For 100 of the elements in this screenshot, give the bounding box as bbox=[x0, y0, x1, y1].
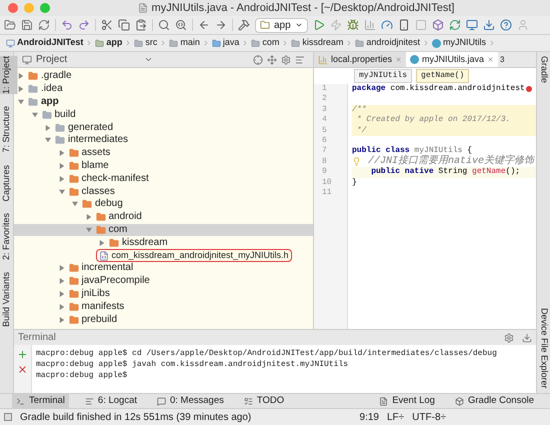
tool-window-tab[interactable]: Build Variants bbox=[0, 272, 18, 327]
expanded-arrow-icon[interactable] bbox=[72, 201, 78, 208]
expanded-arrow-icon[interactable] bbox=[32, 112, 38, 118]
tree-item[interactable]: app bbox=[41, 96, 59, 107]
line-separator[interactable]: LF÷ bbox=[387, 410, 404, 424]
breadcrumb-item[interactable]: com bbox=[249, 36, 282, 50]
gauge-icon[interactable] bbox=[380, 19, 393, 31]
tool-window-tab[interactable]: Device File Explorer bbox=[536, 308, 550, 389]
expanded-arrow-icon[interactable] bbox=[58, 188, 64, 195]
device-icon[interactable] bbox=[466, 19, 478, 31]
line-number: 6 bbox=[321, 136, 328, 146]
code-token: */ bbox=[356, 126, 366, 136]
status-toggle-icon[interactable] bbox=[4, 413, 12, 421]
error-icon[interactable] bbox=[526, 86, 532, 92]
breadcrumb-item[interactable]: java bbox=[210, 36, 242, 50]
tree-item[interactable]: generated bbox=[68, 122, 114, 133]
maximize-button[interactable] bbox=[40, 3, 50, 13]
bottom-tool-tab[interactable]: Gradle Console bbox=[450, 394, 538, 408]
redo-icon[interactable] bbox=[78, 19, 90, 31]
phone-icon[interactable] bbox=[398, 19, 410, 31]
breadcrumb-item[interactable]: main bbox=[167, 36, 202, 50]
source-folder-icon bbox=[212, 38, 221, 48]
tool-window-tab[interactable]: Gradle bbox=[536, 56, 550, 84]
tool-window-tab[interactable]: Captures bbox=[0, 164, 18, 202]
breadcrumb-item[interactable]: myJNIUtils bbox=[430, 36, 488, 50]
tree-item[interactable]: com bbox=[108, 224, 128, 235]
expanded-arrow-icon[interactable] bbox=[45, 137, 51, 144]
locate-icon[interactable] bbox=[253, 54, 263, 64]
tree-item[interactable]: assets bbox=[82, 148, 110, 158]
tree-item[interactable]: debug bbox=[95, 199, 123, 210]
tree-item[interactable]: jniLibs bbox=[82, 288, 110, 299]
undo-icon[interactable] bbox=[61, 19, 73, 31]
breadcrumb-item[interactable]: kissdream bbox=[289, 36, 346, 50]
paste-icon[interactable] bbox=[135, 19, 147, 31]
download-icon[interactable] bbox=[482, 19, 495, 31]
tree-item[interactable]: .gradle bbox=[41, 71, 72, 82]
code-breadcrumb[interactable]: myJNIUtils bbox=[354, 69, 412, 83]
settings-icon[interactable] bbox=[281, 54, 291, 64]
terminal-icon bbox=[16, 396, 25, 406]
tool-window-tab[interactable]: 2: Favorites bbox=[0, 213, 18, 260]
collapsed-arrow-icon[interactable] bbox=[45, 124, 51, 131]
tree-item[interactable]: manifests bbox=[82, 302, 124, 312]
run-icon[interactable] bbox=[312, 19, 325, 31]
refresh-icon[interactable] bbox=[38, 19, 50, 31]
run-config-dropdown[interactable]: app bbox=[255, 18, 308, 32]
dropdown-caret-icon[interactable] bbox=[144, 55, 153, 64]
bottom-tool-tab[interactable]: 6: Logcat bbox=[80, 394, 141, 408]
bottom-tool-tab[interactable]: 0: Messages bbox=[153, 394, 228, 408]
chart-icon[interactable] bbox=[364, 19, 376, 31]
editor-tab[interactable]: local.properties bbox=[314, 52, 406, 67]
tree-item[interactable]: kissdream bbox=[122, 238, 168, 248]
lightbulb-icon[interactable] bbox=[352, 157, 361, 166]
tree-item[interactable]: javaPrecompile bbox=[82, 276, 150, 286]
bug-icon[interactable] bbox=[346, 19, 359, 31]
cut-icon[interactable] bbox=[101, 19, 113, 31]
panel-title: Project bbox=[36, 53, 68, 67]
expanded-arrow-icon[interactable] bbox=[86, 226, 92, 233]
hammer-icon[interactable] bbox=[238, 19, 250, 31]
add-icon[interactable] bbox=[17, 349, 28, 360]
help-icon[interactable] bbox=[500, 19, 512, 31]
tree-item[interactable]: .idea bbox=[41, 84, 63, 94]
search-icon[interactable] bbox=[158, 19, 170, 31]
find-replace-icon[interactable] bbox=[175, 19, 187, 31]
tree-item[interactable]: blame bbox=[82, 160, 109, 171]
close-button[interactable] bbox=[8, 3, 18, 13]
tree-item[interactable]: android bbox=[108, 212, 142, 222]
tree-item[interactable]: intermediates bbox=[68, 135, 128, 146]
close-icon[interactable] bbox=[395, 56, 402, 63]
close-icon[interactable] bbox=[17, 364, 28, 375]
code-breadcrumb[interactable]: getName() bbox=[416, 69, 470, 83]
close-icon[interactable] bbox=[487, 56, 494, 63]
tool-window-tab[interactable]: 1: Project bbox=[0, 56, 18, 94]
breadcrumb-item[interactable]: app bbox=[93, 36, 124, 50]
collapsed-arrow-icon[interactable] bbox=[86, 214, 92, 220]
open-folder-icon[interactable] bbox=[4, 19, 16, 31]
caret-position[interactable]: 9:19 bbox=[360, 410, 379, 424]
tree-item[interactable]: build bbox=[54, 110, 76, 120]
tree-item[interactable]: com_kissdream_androidjnitest_myJNIUtils.h bbox=[112, 251, 289, 260]
tab-overflow-count[interactable]: 3 bbox=[500, 54, 504, 66]
collapsed-arrow-icon[interactable] bbox=[99, 240, 105, 246]
back-icon[interactable] bbox=[198, 19, 210, 31]
tool-window-tab[interactable]: 7: Structure bbox=[0, 106, 18, 153]
tree-item[interactable]: prebuild bbox=[82, 314, 118, 325]
tree-item[interactable]: classes bbox=[82, 186, 115, 197]
copy-icon[interactable] bbox=[118, 19, 130, 31]
breadcrumb-item[interactable]: androidjnitest bbox=[353, 36, 422, 50]
sync-icon[interactable] bbox=[448, 19, 461, 31]
file-encoding[interactable]: UTF-8÷ bbox=[412, 410, 446, 424]
expanded-arrow-icon[interactable] bbox=[18, 98, 24, 105]
tree-item[interactable]: incremental bbox=[82, 263, 134, 274]
breadcrumb-item[interactable]: AndroidJNITest bbox=[4, 36, 86, 50]
settings-icon[interactable] bbox=[504, 332, 514, 342]
bottom-tool-tab[interactable]: Terminal bbox=[12, 394, 69, 408]
breadcrumb-item[interactable]: src bbox=[132, 36, 160, 50]
editor-tab[interactable]: myJNIUtils.java bbox=[406, 52, 498, 67]
forward-icon[interactable] bbox=[215, 19, 227, 31]
save-icon[interactable] bbox=[21, 19, 33, 31]
bottom-tool-tab[interactable]: TODO bbox=[240, 394, 288, 408]
bottom-tool-tab[interactable]: Event Log bbox=[375, 394, 439, 408]
tree-item[interactable]: check-manifest bbox=[82, 174, 149, 184]
